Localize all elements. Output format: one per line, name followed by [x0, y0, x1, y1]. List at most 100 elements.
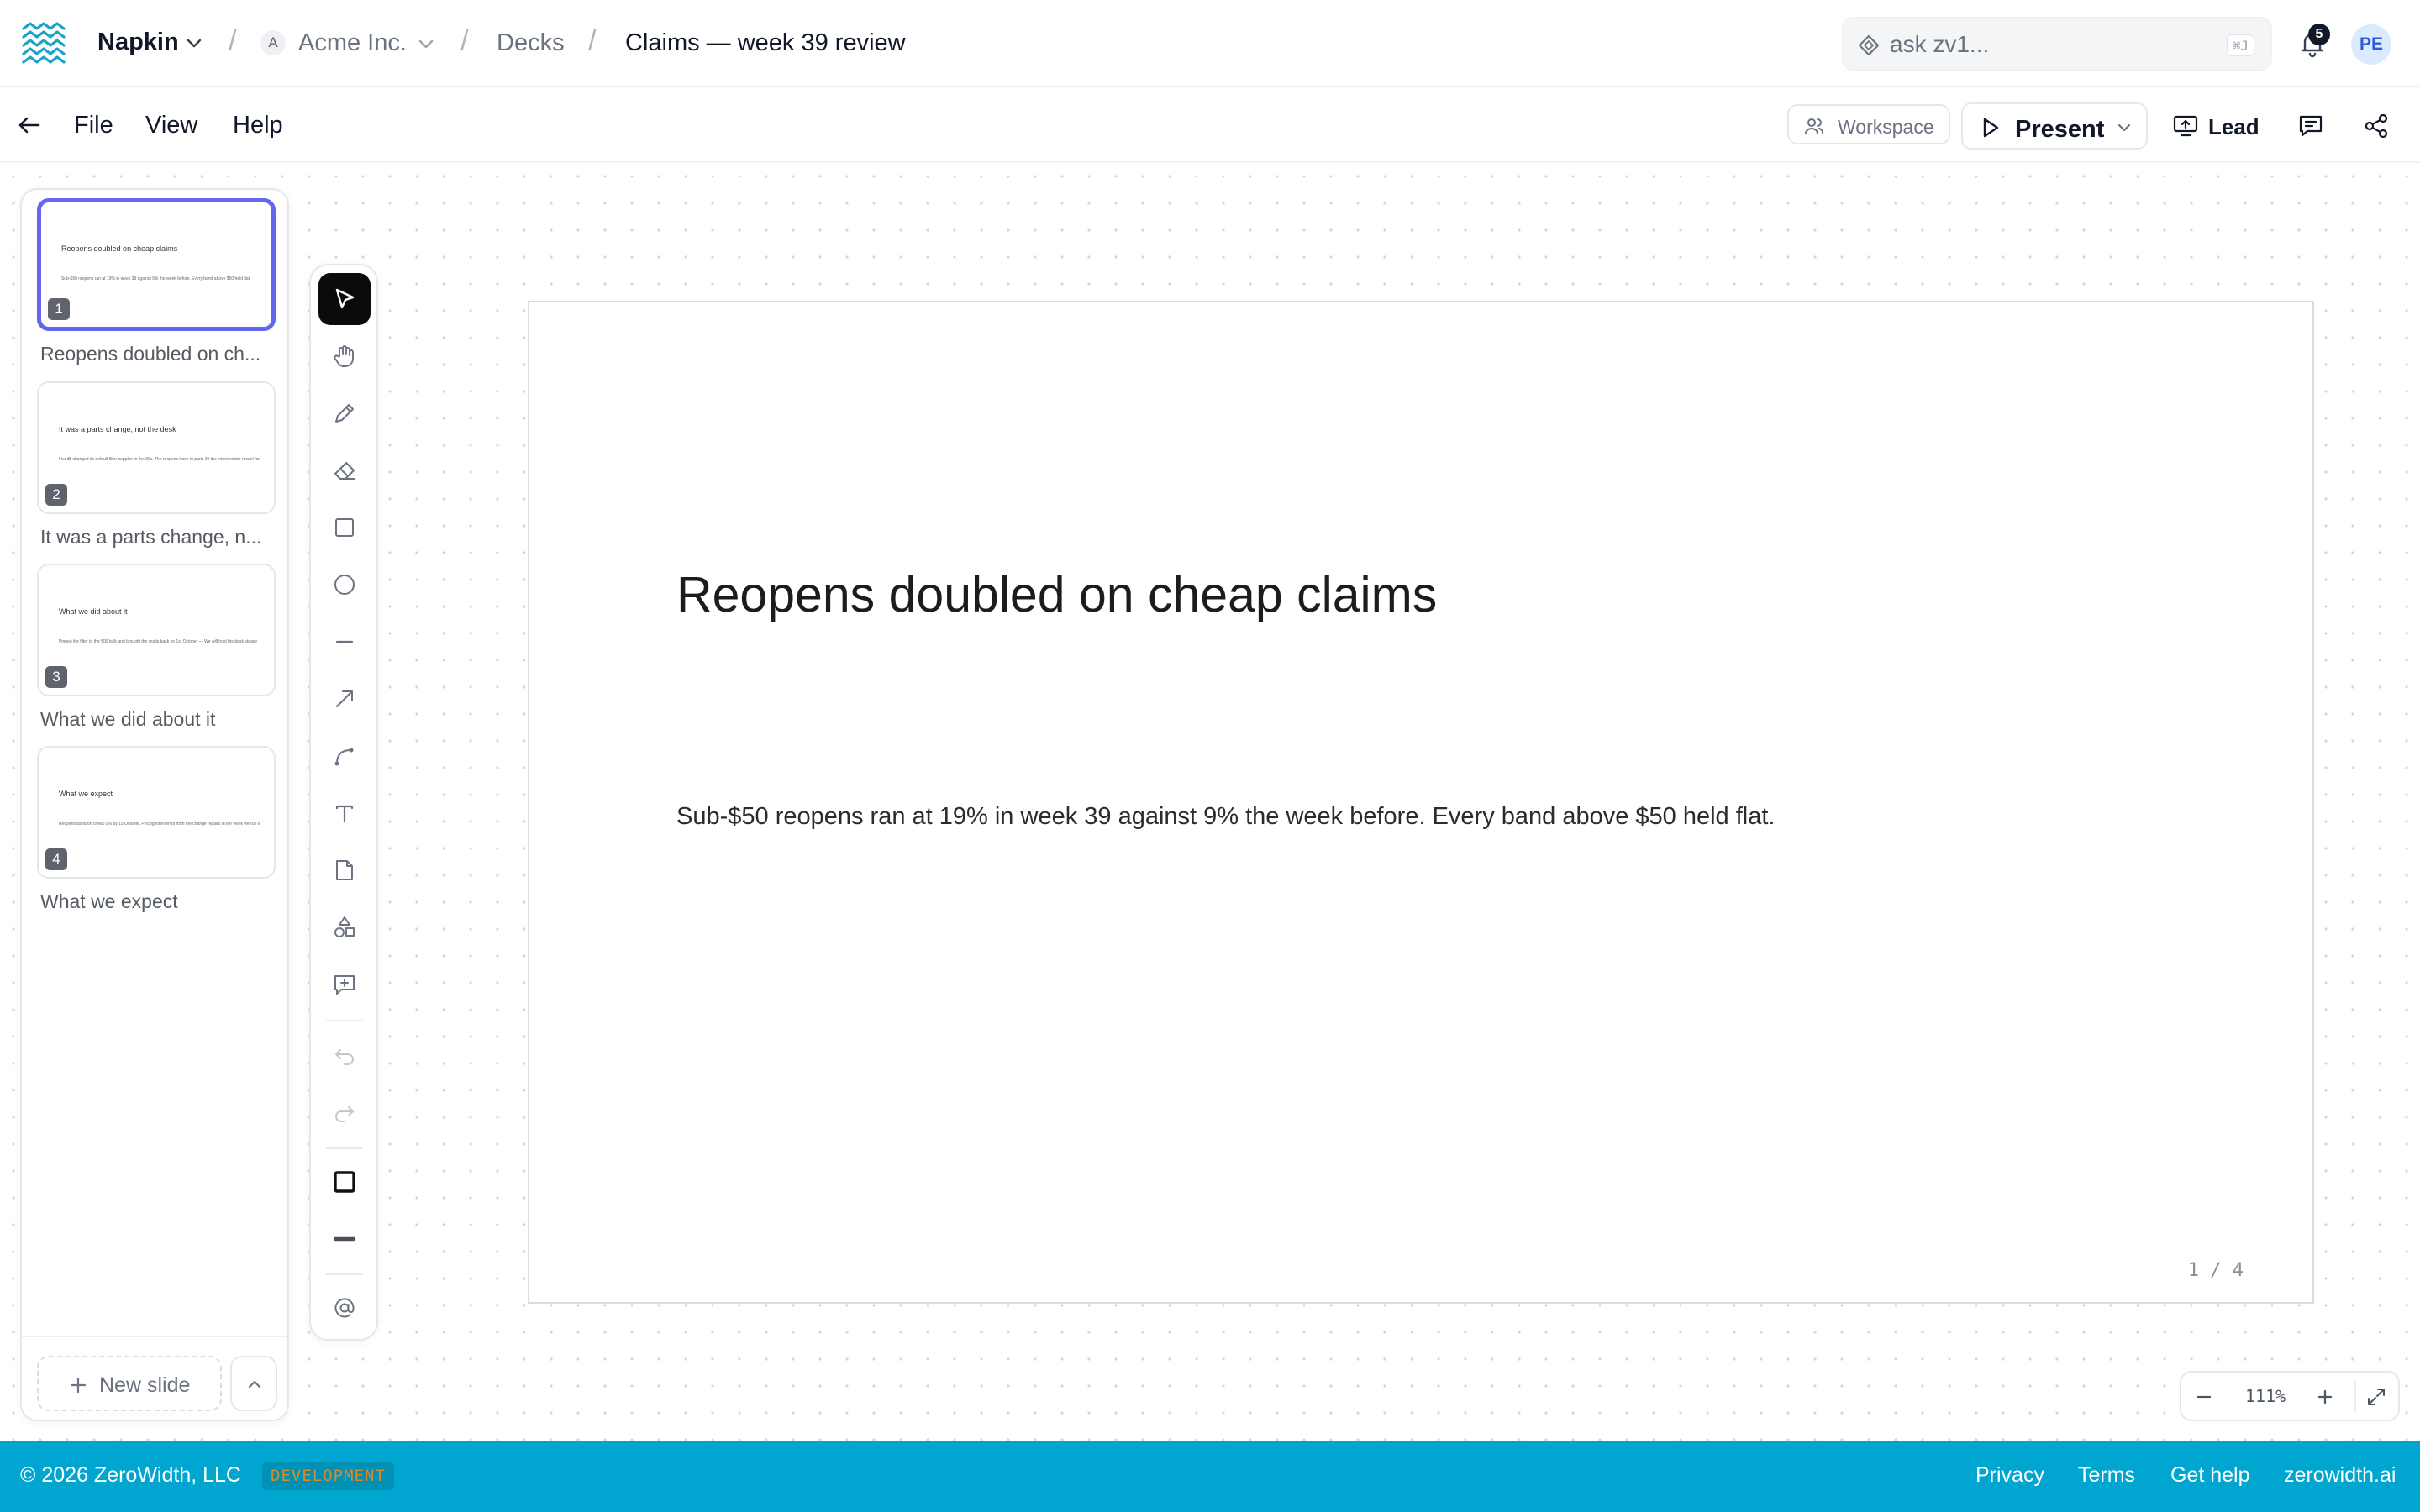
arrow-tool[interactable]	[318, 673, 371, 725]
footer: © 2026 ZeroWidth, LLC DEVELOPMENT Privac…	[0, 1441, 2420, 1512]
breadcrumb-decks[interactable]: Decks	[497, 29, 565, 57]
expand-icon[interactable]	[2366, 1387, 2386, 1407]
undo-icon	[335, 1049, 354, 1065]
pencil-icon	[335, 404, 354, 423]
share-icon[interactable]	[2363, 113, 2390, 139]
slide-title[interactable]: Reopens doubled on cheap claims	[676, 566, 1437, 623]
lead-button[interactable]: Lead	[2173, 111, 2265, 144]
shortcut-hint: ⌘J	[2226, 34, 2254, 56]
line-icon	[335, 640, 354, 643]
redo-button[interactable]	[318, 1087, 371, 1139]
select-tool[interactable]	[318, 273, 371, 325]
stroke-color-swatch[interactable]	[318, 1156, 371, 1208]
environment-badge: DEVELOPMENT	[262, 1462, 394, 1490]
chevron-down-icon[interactable]	[2116, 119, 2133, 136]
thumbnail-title: What we did about it	[59, 607, 128, 616]
at-sign-icon	[334, 1298, 355, 1318]
curve-tool[interactable]	[318, 730, 371, 782]
shapes-icon	[334, 916, 355, 937]
slide-thumbnail-3[interactable]: What we did about it Pinned the filter t…	[37, 564, 276, 696]
menu-help[interactable]: Help	[233, 112, 283, 139]
slide-number-badge: 2	[45, 484, 67, 506]
slide-thumbnail-4[interactable]: What we expect Reopens band on cheap 9% …	[37, 746, 276, 879]
circle-icon	[334, 575, 355, 595]
toolbar-divider	[326, 1147, 363, 1149]
pencil-tool[interactable]	[318, 387, 371, 439]
new-slide-button[interactable]: New slide	[37, 1356, 222, 1411]
thumbnail-body: Sub-$50 reopens ran at 19% in week 39 ag…	[61, 276, 251, 281]
comments-icon[interactable]	[2297, 113, 2324, 139]
slide-label-1[interactable]: Reopens doubled on ch...	[40, 343, 284, 365]
chevron-down-icon[interactable]	[185, 34, 203, 52]
mention-button[interactable]	[318, 1282, 371, 1334]
lead-label: Lead	[2208, 114, 2260, 139]
slide-label-2[interactable]: It was a parts change, n...	[40, 526, 284, 549]
users-icon	[1804, 117, 1824, 135]
zerowidth-site-link[interactable]: zerowidth.ai	[2284, 1463, 2396, 1488]
brand-name[interactable]: Napkin	[97, 29, 179, 56]
comment-tool[interactable]	[318, 958, 371, 1011]
thumbnail-body: Pinned the filter to the 500 bulk and br…	[59, 639, 258, 644]
zoom-controls: 111%	[2180, 1371, 2400, 1421]
privacy-link[interactable]: Privacy	[1975, 1463, 2044, 1488]
collapse-panel-button[interactable]	[230, 1356, 277, 1411]
slide-label-4[interactable]: What we expect	[40, 890, 284, 913]
thumbnail-title: It was a parts change, not the desk	[59, 425, 176, 433]
present-label: Present	[2015, 116, 2105, 143]
slide-thumbnail-2[interactable]: It was a parts change, not the desk Fixe…	[37, 381, 276, 514]
breadcrumb-separator: /	[229, 25, 237, 57]
toolbar-divider	[326, 1020, 363, 1021]
slide-canvas[interactable]: Reopens doubled on cheap claims Sub-$50 …	[528, 301, 2314, 1304]
cursor-arrow-icon	[335, 288, 355, 309]
minus-icon[interactable]	[2195, 1388, 2213, 1406]
hand-tool[interactable]	[318, 330, 371, 382]
menu-file[interactable]: File	[74, 112, 113, 139]
plus-icon[interactable]	[2316, 1388, 2334, 1406]
shapes-tool[interactable]	[318, 901, 371, 953]
bezier-curve-icon	[334, 748, 354, 766]
slide-label-3[interactable]: What we did about it	[40, 708, 284, 731]
thumbnail-body: Fixed$ changed its default filter suppli…	[59, 457, 260, 462]
breadcrumb-workspace[interactable]: Acme Inc.	[298, 29, 407, 57]
breadcrumb-separator: /	[460, 25, 469, 57]
new-slide-label: New slide	[99, 1373, 191, 1397]
rectangle-tool[interactable]	[318, 501, 371, 554]
text-icon	[335, 805, 354, 823]
slide-number-badge: 3	[45, 666, 67, 688]
play-icon	[1981, 118, 2000, 138]
text-tool[interactable]	[318, 787, 371, 839]
line-thick-icon	[333, 1236, 356, 1242]
breadcrumb-separator: /	[588, 25, 597, 57]
stroke-width-picker[interactable]	[318, 1213, 371, 1265]
user-avatar[interactable]: PE	[2351, 24, 2391, 65]
ask-search-box[interactable]: ⌘J	[1842, 17, 2272, 71]
document-title[interactable]: Claims — week 39 review	[625, 29, 906, 57]
present-button[interactable]: Present	[1961, 102, 2148, 150]
terms-link[interactable]: Terms	[2078, 1463, 2135, 1488]
sticky-note-tool[interactable]	[318, 844, 371, 896]
square-outline-icon	[334, 1171, 355, 1193]
back-arrow-icon[interactable]	[15, 111, 44, 139]
line-tool[interactable]	[318, 616, 371, 668]
slide-number-badge: 4	[45, 848, 67, 870]
screen-share-icon	[2173, 114, 2198, 138]
get-help-link[interactable]: Get help	[2170, 1463, 2250, 1488]
drawing-toolbar	[309, 264, 378, 1341]
arrow-diagonal-icon	[336, 690, 353, 707]
ask-input[interactable]	[1890, 28, 2192, 61]
thumbnail-title: Reopens doubled on cheap claims	[61, 244, 178, 253]
slide-thumbnail-1[interactable]: Reopens doubled on cheap claims Sub-$50 …	[37, 198, 276, 331]
notification-count-badge: 5	[2308, 24, 2330, 45]
workspace-button[interactable]: Workspace	[1787, 104, 1950, 144]
workspace-avatar[interactable]: A	[260, 30, 286, 55]
ellipse-tool[interactable]	[318, 559, 371, 611]
undo-button[interactable]	[318, 1030, 371, 1082]
napkin-logo-icon[interactable]	[22, 22, 66, 66]
zoom-level[interactable]: 111%	[2245, 1386, 2286, 1406]
menu-view[interactable]: View	[145, 112, 197, 139]
chevron-down-icon[interactable]	[417, 34, 435, 53]
slide-body-text[interactable]: Sub-$50 reopens ran at 19% in week 39 ag…	[676, 803, 1775, 831]
zoom-divider	[2354, 1381, 2356, 1413]
eraser-tool[interactable]	[318, 444, 371, 496]
square-icon	[335, 518, 354, 537]
